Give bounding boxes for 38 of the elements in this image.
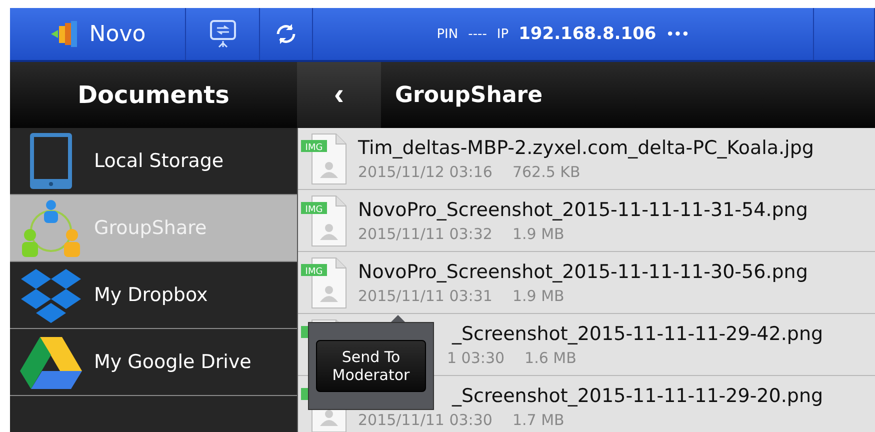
app-name: Novo — [89, 22, 146, 46]
screen-share-icon[interactable] — [208, 19, 236, 49]
refresh-icon[interactable] — [274, 22, 298, 46]
file-name: NovoPro_Screenshot_2015-11-11-11-31-54.png — [358, 198, 808, 220]
back-button[interactable]: ‹ — [297, 62, 381, 128]
triangle-drive-icon — [20, 335, 82, 389]
file-row[interactable]: IMG Tim_deltas-MBP-2.zyxel.com_delta-PC_Koala.jpg 2015/11/12 03:16 762.5 KB — [298, 128, 875, 190]
file-name: _Screenshot_2015-11-11-11-29-20.png — [450, 384, 824, 406]
pin-label: PIN — [436, 26, 458, 42]
file-size: 1.7 MB — [512, 410, 564, 428]
group-people-icon — [20, 197, 82, 259]
sidebar-item-label: Local Storage — [94, 150, 224, 172]
file-row[interactable]: IMG NovoPro_Screenshot_2015-11-11-11-30-56.png 2015/11/11 03:31 1.9 MB — [298, 252, 875, 314]
sidebar-item-label: My Google Drive — [94, 351, 252, 373]
more-indicator[interactable]: ••• — [666, 27, 690, 41]
file-size: 762.5 KB — [512, 162, 580, 180]
send-to-moderator-button[interactable]: Send To Moderator — [316, 340, 426, 392]
file-date: 2015/11/11 03:32 — [358, 224, 492, 242]
file-size: 1.6 MB — [524, 348, 576, 366]
file-name: NovoPro_Screenshot_2015-11-11-11-30-56.png — [358, 260, 808, 282]
file-name: Tim_deltas-MBP-2.zyxel.com_delta-PC_Koala.jpg — [358, 136, 814, 158]
file-row[interactable]: IMG NovoPro_Screenshot_2015-11-11-11-31-54.png 2015/11/11 03:32 1.9 MB — [298, 190, 875, 252]
ip-address: 192.168.8.106 — [518, 24, 656, 44]
file-name: _Screenshot_2015-11-11-11-29-42.png — [450, 322, 824, 344]
file-date: 2015/11/12 03:16 — [358, 162, 492, 180]
file-size: 1.9 MB — [512, 224, 564, 242]
panel-title: Documents — [76, 80, 230, 111]
file-date: 2015/11/11 03:31 — [358, 286, 492, 304]
file-date: 1 03:30 — [447, 348, 505, 366]
app-logo-icon — [49, 21, 80, 47]
ip-label: IP — [496, 26, 509, 42]
file-size: 1.9 MB — [512, 286, 564, 304]
open-box-icon — [20, 267, 82, 323]
pin-value: ---- — [468, 26, 487, 42]
folder-title: GroupShare — [394, 82, 543, 110]
file-date: 2015/11/11 03:30 — [358, 410, 492, 428]
sidebar-item-label: My Dropbox — [94, 284, 208, 306]
sidebar-item-label: GroupShare — [94, 217, 207, 239]
